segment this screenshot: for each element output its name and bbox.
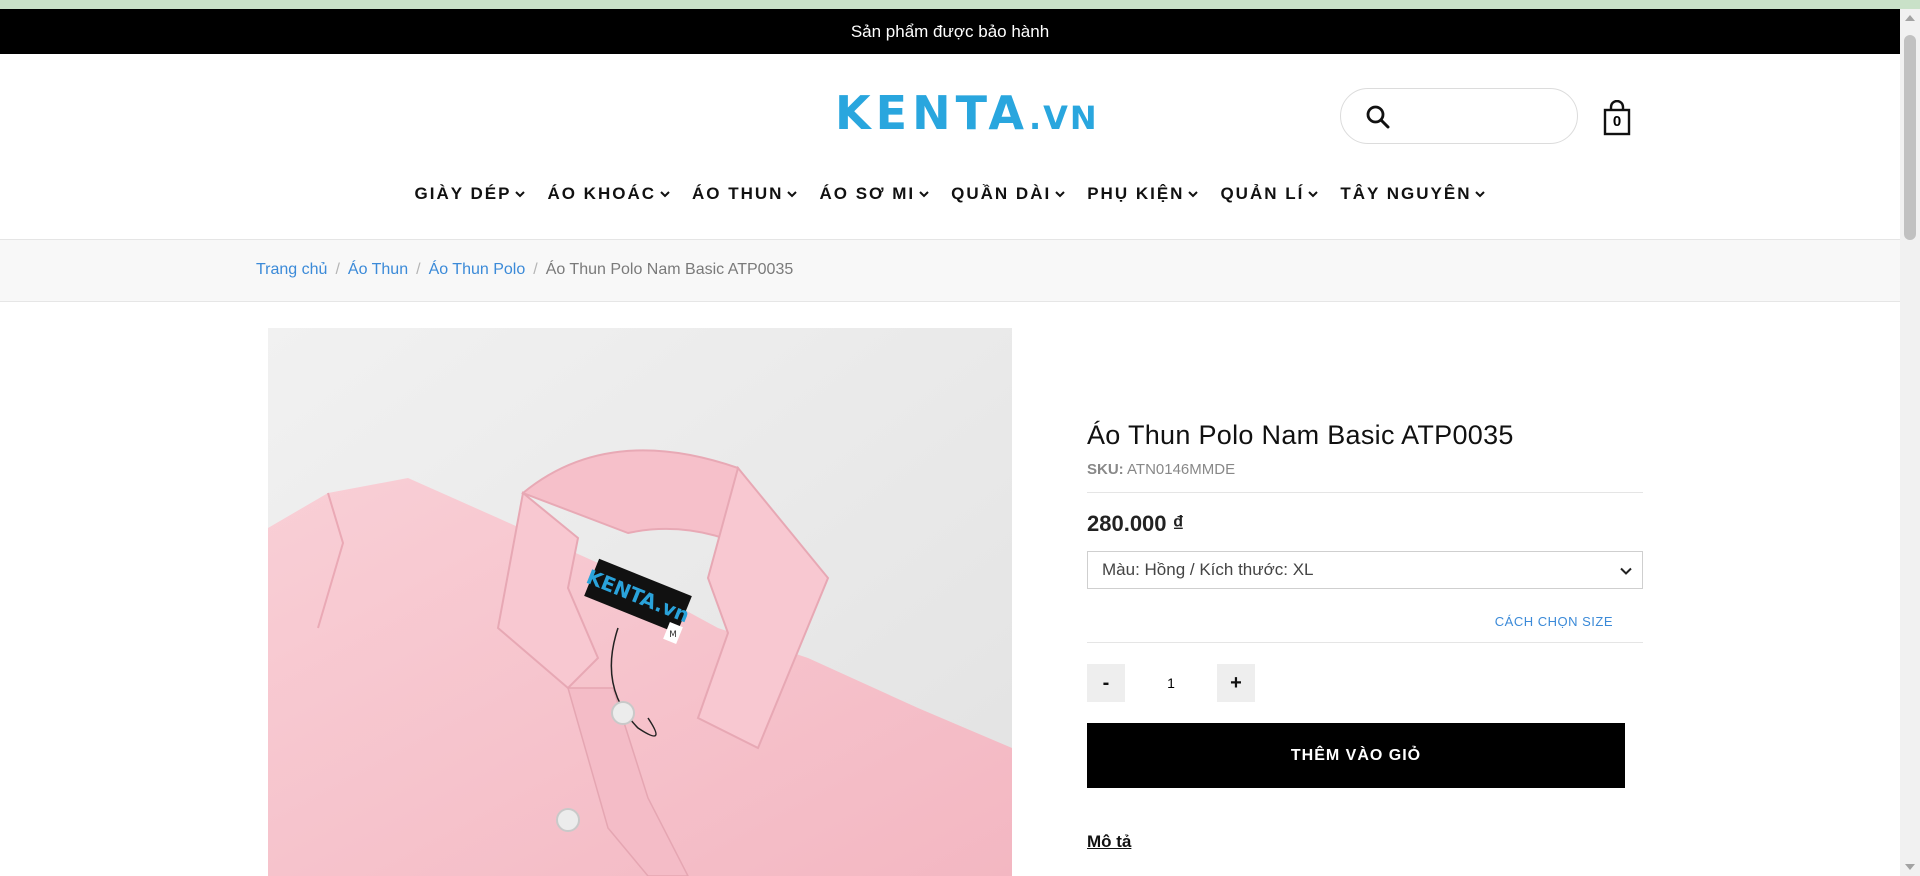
- chevron-down-icon: [919, 191, 929, 198]
- breadcrumb-category-link[interactable]: Áo Thun: [348, 261, 408, 279]
- product-title: Áo Thun Polo Nam Basic ATP0035: [1087, 420, 1514, 450]
- page-scrollbar[interactable]: [1900, 9, 1920, 876]
- nav-label: GIÀY DÉP: [414, 184, 512, 203]
- add-to-cart-button[interactable]: THÊM VÀO GIỎ: [1087, 723, 1625, 788]
- divider: [1087, 642, 1643, 643]
- product-price: 280.000 ₫: [1087, 511, 1184, 536]
- browser-top-strip: [0, 0, 1920, 9]
- nav-item-ao-so-mi[interactable]: ÁO SƠ MI: [808, 184, 940, 204]
- site-logo[interactable]: KENTA.VN: [835, 86, 1099, 140]
- nav-label: ÁO KHOÁC: [547, 184, 657, 203]
- sku-label: SKU:: [1087, 461, 1124, 478]
- cart-button[interactable]: 0: [1602, 99, 1632, 136]
- scroll-up-icon[interactable]: [1905, 15, 1915, 21]
- breadcrumb: Trang chủ / Áo Thun / Áo Thun Polo / Áo …: [256, 261, 793, 279]
- announcement-text: Sản phẩm được bảo hành: [850, 21, 1050, 41]
- breadcrumb-separator: /: [533, 261, 538, 278]
- variant-selected-value: Màu: Hồng / Kích thước: XL: [1102, 560, 1314, 579]
- product-image[interactable]: KENTA.vn M: [268, 328, 1012, 876]
- quantity-stepper: - +: [1087, 663, 1643, 703]
- nav-label: ÁO THUN: [692, 184, 784, 203]
- chevron-down-icon: [1475, 191, 1486, 198]
- chevron-down-icon: [660, 191, 670, 198]
- breadcrumb-separator: /: [416, 261, 421, 278]
- search-icon[interactable]: [1365, 104, 1391, 130]
- nav-label: TÂY NGUYÊN: [1340, 184, 1472, 203]
- scrollbar-thumb[interactable]: [1904, 35, 1916, 240]
- logo-suffix-text: .VN: [1028, 99, 1099, 137]
- nav-label: QUẦN DÀI: [951, 184, 1052, 203]
- polo-shirt-photo: KENTA.vn M: [268, 328, 1012, 876]
- sku-value: ATN0146MMDE: [1127, 461, 1236, 478]
- chevron-down-icon: [515, 191, 526, 198]
- nav-item-quan-li[interactable]: QUẢN LÍ: [1209, 184, 1329, 204]
- breadcrumb-current: Áo Thun Polo Nam Basic ATP0035: [545, 261, 794, 278]
- scroll-down-icon[interactable]: [1905, 864, 1915, 870]
- nav-item-ao-thun[interactable]: ÁO THUN: [681, 184, 808, 204]
- nav-item-phu-kien[interactable]: PHỤ KIỆN: [1076, 184, 1209, 204]
- nav-item-quan-dai[interactable]: QUẦN DÀI: [940, 184, 1076, 204]
- chevron-down-icon: [1188, 191, 1199, 198]
- nav-item-giay-dep[interactable]: GIÀY DÉP: [404, 184, 537, 204]
- chevron-down-icon: [1055, 191, 1065, 198]
- breadcrumb-separator: /: [335, 261, 340, 278]
- nav-item-ao-khoac[interactable]: ÁO KHOÁC: [536, 184, 681, 204]
- divider: [1087, 492, 1643, 493]
- search-input[interactable]: [1403, 101, 1567, 133]
- qty-input[interactable]: [1125, 664, 1217, 702]
- site-header: KENTA.VN 0 GIÀY DÉP ÁO KHOÁC ÁO THUN ÁO …: [0, 54, 1900, 240]
- breadcrumb-home-link[interactable]: Trang chủ: [256, 261, 327, 279]
- breadcrumb-bar: Trang chủ / Áo Thun / Áo Thun Polo / Áo …: [0, 240, 1900, 302]
- qty-increase-button[interactable]: +: [1217, 664, 1255, 702]
- announcement-bar: Sản phẩm được bảo hành: [0, 9, 1900, 54]
- main-nav: GIÀY DÉP ÁO KHOÁC ÁO THUN ÁO SƠ MI QUẦN …: [0, 184, 1900, 204]
- size-guide-link[interactable]: CÁCH CHỌN SIZE: [1087, 614, 1613, 629]
- nav-label: ÁO SƠ MI: [819, 184, 916, 203]
- cart-count: 0: [1612, 113, 1622, 130]
- nav-item-tay-nguyen[interactable]: TÂY NGUYÊN: [1329, 184, 1496, 204]
- nav-label: QUẢN LÍ: [1220, 184, 1305, 203]
- search-box[interactable]: [1340, 88, 1578, 144]
- chevron-down-icon: [787, 191, 798, 198]
- shirt-size-tag: M: [669, 630, 677, 640]
- chevron-down-icon: [1308, 191, 1319, 198]
- chevron-down-icon: [1620, 567, 1632, 575]
- description-tab[interactable]: Mô tả: [1087, 832, 1643, 852]
- nav-label: PHỤ KIỆN: [1087, 184, 1185, 203]
- product-sku: SKU: ATN0146MMDE: [1087, 461, 1643, 478]
- logo-main-text: KENTA: [835, 86, 1029, 140]
- product-info: Áo Thun Polo Nam Basic ATP0035 SKU: ATN0…: [1087, 420, 1643, 852]
- variant-select[interactable]: Màu: Hồng / Kích thước: XL: [1087, 551, 1643, 589]
- breadcrumb-subcategory-link[interactable]: Áo Thun Polo: [429, 261, 526, 279]
- qty-decrease-button[interactable]: -: [1087, 664, 1125, 702]
